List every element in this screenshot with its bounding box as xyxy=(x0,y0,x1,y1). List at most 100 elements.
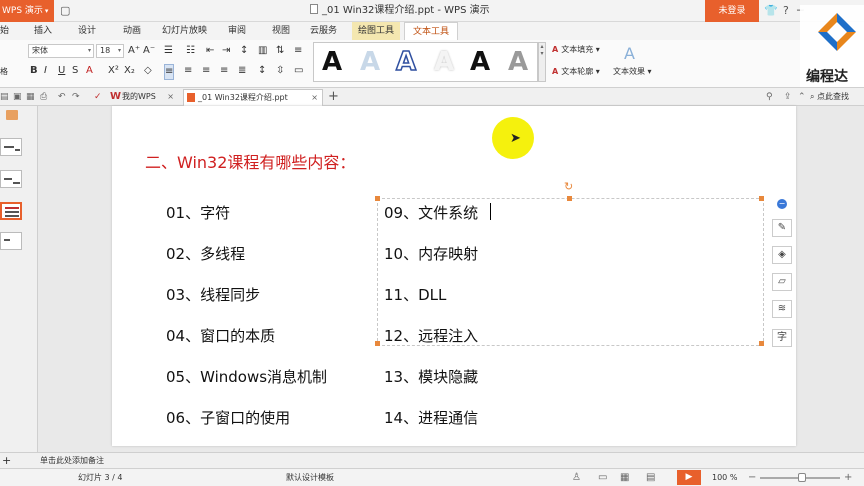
outline-toggle-icon[interactable] xyxy=(6,110,18,120)
play-slideshow-button[interactable]: ▶ xyxy=(677,470,701,485)
justify-icon[interactable]: ≡ xyxy=(220,64,228,78)
course-item[interactable]: 13、模块隐藏 xyxy=(384,368,478,386)
redo-icon[interactable]: ↷ xyxy=(72,91,80,103)
style-swatch-white[interactable]: A xyxy=(434,47,454,77)
course-item[interactable]: 01、字符 xyxy=(166,204,230,222)
tab-drawing-tools[interactable]: 绘图工具 xyxy=(352,22,401,40)
superscript-icon[interactable]: X² xyxy=(108,64,119,78)
shirt-icon[interactable]: 👕 xyxy=(764,4,778,18)
font-size-select[interactable]: 18 ▾ xyxy=(96,44,124,58)
course-item[interactable]: 11、DLL xyxy=(384,286,446,304)
notes-view-icon[interactable]: ♙ xyxy=(572,472,581,484)
slide-thumbnail-4[interactable] xyxy=(0,232,22,250)
tab-insert[interactable]: 插入 xyxy=(34,22,52,40)
open-folder-icon[interactable]: ▣ xyxy=(13,91,22,103)
subscript-icon[interactable]: X₂ xyxy=(124,64,135,78)
style-swatch-lightblue[interactable]: A xyxy=(360,47,380,77)
new-tab-button[interactable]: + xyxy=(328,89,339,105)
check-icon[interactable]: ✓ xyxy=(94,91,102,103)
resize-handle[interactable] xyxy=(759,196,764,201)
slide-thumbnail-2[interactable] xyxy=(0,170,22,188)
columns-icon[interactable]: ▥ xyxy=(258,44,267,58)
underline-icon[interactable]: U xyxy=(58,64,65,78)
slide-canvas[interactable]: 二、Win32课程有哪些内容： 01、字符 02、多线程 03、线程同步 04、… xyxy=(112,106,796,446)
search-box[interactable]: ⌕ 点此查找 xyxy=(810,90,849,104)
tab-design[interactable]: 设计 xyxy=(78,22,96,40)
tab-my-wps[interactable]: W 我的WPS × xyxy=(108,89,178,106)
tab-cloud[interactable]: 云服务 xyxy=(310,22,337,40)
course-item[interactable]: 14、进程通信 xyxy=(384,409,478,427)
course-item[interactable]: 06、子窗口的使用 xyxy=(166,409,290,427)
gallery-scroll-button[interactable]: ▴ ▾ xyxy=(538,42,546,82)
shadow-icon[interactable]: S xyxy=(72,64,78,78)
close-icon[interactable]: × xyxy=(311,90,318,106)
collapse-ribbon-icon[interactable]: ⌃ xyxy=(798,91,806,103)
tab-review[interactable]: 审阅 xyxy=(228,22,246,40)
zoom-out-icon[interactable]: − xyxy=(748,472,756,484)
clear-format-icon[interactable]: ◇ xyxy=(144,64,152,78)
align-right-icon[interactable]: ≡ xyxy=(202,64,210,78)
notes-placeholder[interactable]: 单击此处添加备注 xyxy=(40,455,104,467)
slide-heading[interactable]: 二、Win32课程有哪些内容： xyxy=(145,149,355,173)
slide-thumbnail-1[interactable] xyxy=(0,138,22,156)
line-spacing-icon[interactable]: ↕ xyxy=(240,44,248,58)
reading-view-icon[interactable]: ▤ xyxy=(646,472,655,484)
text-style-gallery[interactable]: A A A A A A xyxy=(313,42,538,82)
edit-shape-icon[interactable]: ✎ xyxy=(772,219,792,237)
text-effect-icon[interactable]: A xyxy=(624,44,635,64)
style-swatch-black[interactable]: A xyxy=(322,47,342,77)
resize-handle[interactable] xyxy=(567,196,572,201)
tab-view[interactable]: 视图 xyxy=(272,22,290,40)
bullet-list-icon[interactable]: ☰ xyxy=(164,44,173,58)
new-file-icon[interactable]: ▤ xyxy=(0,91,9,103)
grow-font-icon[interactable]: A⁺ xyxy=(128,44,140,58)
course-item[interactable]: 03、线程同步 xyxy=(166,286,260,304)
numbered-list-icon[interactable]: ☷ xyxy=(186,44,195,58)
rotate-handle-icon[interactable]: ↻ xyxy=(564,181,573,192)
zoom-slider-thumb[interactable] xyxy=(798,473,806,482)
normal-view-icon[interactable]: ▭ xyxy=(598,472,607,484)
course-item[interactable]: 09、文件系统 xyxy=(384,204,478,222)
tab-home[interactable]: 始 xyxy=(0,22,9,40)
zoom-in-icon[interactable]: + xyxy=(844,472,852,484)
font-color-icon[interactable]: A xyxy=(86,64,93,78)
resize-handle[interactable] xyxy=(375,196,380,201)
align-left-icon[interactable]: ≡ xyxy=(164,64,175,80)
text-format-icon[interactable]: 字 xyxy=(772,329,792,347)
align-text-icon[interactable]: ≡ xyxy=(294,44,302,58)
shrink-font-icon[interactable]: A⁻ xyxy=(143,44,155,58)
tab-text-tools[interactable]: 文本工具 xyxy=(404,22,459,40)
increase-indent-icon[interactable]: ⇥ xyxy=(222,44,230,58)
pin-icon[interactable]: ⚲ xyxy=(766,91,773,103)
slide-thumbnail-3[interactable] xyxy=(0,202,22,220)
outline-icon[interactable]: ▱ xyxy=(772,273,792,291)
text-outline-button[interactable]: A 文本轮廓 ▾ xyxy=(552,66,600,78)
course-item[interactable]: 10、内存映射 xyxy=(384,245,478,263)
text-box-icon[interactable]: ▭ xyxy=(294,64,303,78)
close-icon[interactable]: × xyxy=(167,89,174,105)
save-icon[interactable]: ▦ xyxy=(26,91,35,103)
zoom-level[interactable]: 100 % xyxy=(712,472,737,484)
tab-slideshow[interactable]: 幻灯片放映 xyxy=(162,22,207,40)
collapse-icon[interactable]: − xyxy=(777,199,787,209)
style-swatch-outline-blue[interactable]: A xyxy=(395,46,417,78)
tab-ppt-document[interactable]: _01 Win32课程介绍.ppt × xyxy=(183,89,323,106)
italic-icon[interactable]: I xyxy=(44,64,47,78)
add-icon[interactable]: + xyxy=(2,454,11,467)
login-button[interactable]: 未登录 xyxy=(705,0,759,22)
style-swatch-gray[interactable]: A xyxy=(508,47,528,77)
vertical-align-icon[interactable]: ⇳ xyxy=(276,64,284,78)
decrease-indent-icon[interactable]: ⇤ xyxy=(206,44,214,58)
course-item[interactable]: 04、窗口的本质 xyxy=(166,327,275,345)
course-item[interactable]: 02、多线程 xyxy=(166,245,245,263)
upload-icon[interactable]: ⇪ xyxy=(784,91,792,103)
style-swatch-bold-black[interactable]: A xyxy=(470,47,490,77)
text-effect-button[interactable]: 文本效果 ▾ xyxy=(613,66,652,78)
font-name-select[interactable]: 宋体 ▾ xyxy=(28,44,94,58)
course-item[interactable]: 05、Windows消息机制 xyxy=(166,368,327,386)
tab-animation[interactable]: 动画 xyxy=(123,22,141,40)
resize-handle[interactable] xyxy=(759,341,764,346)
text-direction-icon[interactable]: ⇅ xyxy=(276,44,284,58)
undo-icon[interactable]: ↶ xyxy=(58,91,66,103)
course-item[interactable]: 12、远程注入 xyxy=(384,327,478,345)
